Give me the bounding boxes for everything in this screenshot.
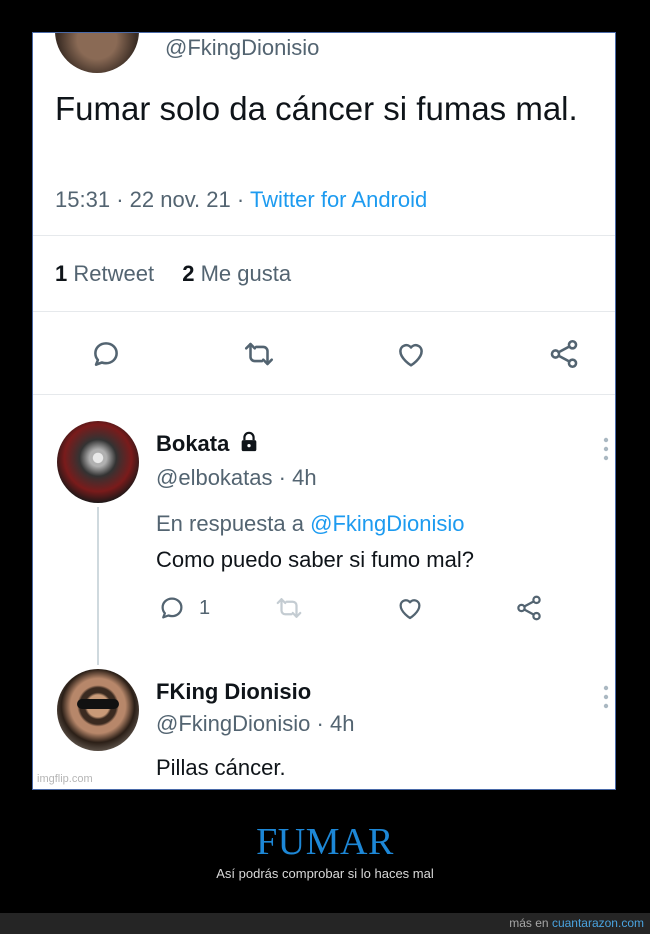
like-icon[interactable] xyxy=(394,337,428,371)
reply-icon[interactable] xyxy=(89,337,123,371)
separator-dot: · xyxy=(116,187,124,212)
reply-author-handle[interactable]: @FkingDionisio xyxy=(156,711,310,736)
caption-title: FUMAR xyxy=(256,821,394,863)
share-icon[interactable] xyxy=(547,337,581,371)
retweet-label: Retweet xyxy=(73,261,155,286)
reply-author-handle[interactable]: @elbokatas xyxy=(156,465,273,490)
reply-count: 1 xyxy=(199,597,211,619)
lock-icon xyxy=(238,431,260,459)
reply-author-name[interactable]: FKing Dionisio xyxy=(156,679,311,705)
reply-author-meta: @FkingDionisio · 4h xyxy=(156,711,354,737)
reply-author-name[interactable]: Bokata xyxy=(156,431,260,459)
reply-author-avatar[interactable] xyxy=(57,669,139,751)
separator-dot: · xyxy=(316,711,324,736)
likes-count: 2 xyxy=(182,261,195,286)
author-handle[interactable]: @FkingDionisio xyxy=(165,35,319,61)
likes-stat[interactable]: 2 Me gusta xyxy=(182,261,291,286)
sunglasses xyxy=(77,699,119,709)
tweet-source-link[interactable]: Twitter for Android xyxy=(250,187,427,212)
likes-label: Me gusta xyxy=(200,261,292,286)
tweet-timestamp: 15:31 · 22 nov. 21 · Twitter for Android xyxy=(55,187,427,213)
more-options-icon[interactable] xyxy=(603,437,609,461)
reply-to-label: En respuesta a xyxy=(156,511,304,536)
reply-age: 4h xyxy=(292,465,317,490)
like-icon[interactable] xyxy=(395,593,425,623)
share-icon[interactable] xyxy=(514,593,544,623)
tweet-date: 22 nov. 21 xyxy=(129,187,231,212)
retweet-count: 1 xyxy=(55,261,68,286)
reply-author-meta: @elbokatas · 4h xyxy=(156,465,317,491)
separator-dot: · xyxy=(236,187,245,212)
reply-icon[interactable] xyxy=(157,593,187,623)
footer-text: más en cuantarazon.com xyxy=(509,916,644,930)
imgflip-watermark: imgflip.com xyxy=(37,773,93,785)
separator-dot: · xyxy=(278,465,286,490)
more-options-icon[interactable] xyxy=(603,685,609,709)
tweet-text: Fumar solo da cáncer si fumas mal. xyxy=(55,90,578,127)
reply-text: Pillas cáncer. xyxy=(156,755,286,780)
footer-bar: más en cuantarazon.com xyxy=(0,913,650,934)
reply-context: En respuesta a @FkingDionisio xyxy=(156,511,465,537)
retweet-icon[interactable] xyxy=(241,337,277,371)
reply-text: Como puedo saber si fumo mal? xyxy=(156,547,474,572)
tweet-stats: 1 Retweet 2 Me gusta xyxy=(55,261,291,287)
thread-line xyxy=(97,507,99,665)
divider xyxy=(33,394,615,395)
reply-author-avatar[interactable] xyxy=(57,421,139,503)
divider xyxy=(33,311,615,312)
retweet-icon[interactable] xyxy=(273,593,305,623)
reply-to-handle[interactable]: @FkingDionisio xyxy=(310,511,464,536)
footer-site-link[interactable]: cuantarazon.com xyxy=(552,916,644,930)
author-avatar[interactable] xyxy=(55,33,139,73)
reply-age: 4h xyxy=(329,711,355,736)
tweet-time: 15:31 xyxy=(55,187,111,212)
caption-subtitle: Así podrás comprobar si lo haces mal xyxy=(216,866,434,881)
reply-author-name-text: Bokata xyxy=(156,431,230,456)
retweet-stat[interactable]: 1 Retweet xyxy=(55,261,160,286)
divider xyxy=(33,235,615,236)
screenshot-frame: @FkingDionisio Fumar solo da cáncer si f… xyxy=(32,32,616,790)
footer-prefix: más en xyxy=(509,916,549,930)
